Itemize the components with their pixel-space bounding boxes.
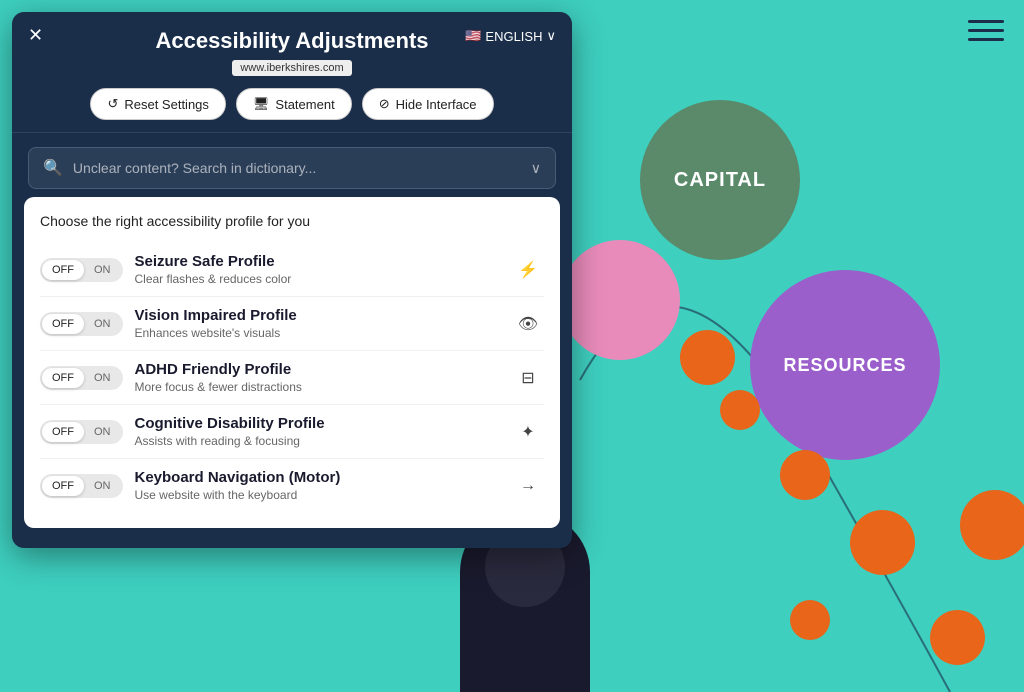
statement-button[interactable]: 🖥 Statement bbox=[236, 88, 352, 120]
toggle-off-3[interactable]: OFF bbox=[42, 422, 84, 442]
toggle-off-0[interactable]: OFF bbox=[42, 260, 84, 280]
hamburger-line-1 bbox=[968, 20, 1004, 23]
circle-orange-6 bbox=[790, 600, 830, 640]
profile-section-heading: Choose the right accessibility profile f… bbox=[40, 213, 544, 229]
profile-row: OFF ON Vision Impaired Profile Enhances … bbox=[40, 297, 544, 351]
profile-icon-3: ✦ bbox=[512, 416, 544, 448]
circle-capital[interactable]: CAPITAL bbox=[640, 100, 800, 260]
profile-info-3: Cognitive Disability Profile Assists wit… bbox=[135, 415, 501, 448]
profile-info-0: Seizure Safe Profile Clear flashes & red… bbox=[135, 253, 501, 286]
circle-orange-1 bbox=[680, 330, 735, 385]
circle-orange-2 bbox=[720, 390, 760, 430]
profile-name-2: ADHD Friendly Profile bbox=[135, 361, 501, 378]
profile-toggle-1[interactable]: OFF ON bbox=[40, 312, 123, 336]
reset-icon: ↺ bbox=[107, 96, 118, 112]
circle-resources[interactable]: RESOURCES bbox=[750, 270, 940, 460]
toggle-on-0[interactable]: ON bbox=[84, 260, 121, 280]
hide-label: Hide Interface bbox=[396, 97, 477, 112]
profile-info-2: ADHD Friendly Profile More focus & fewer… bbox=[135, 361, 501, 394]
profile-desc-4: Use website with the keyboard bbox=[135, 488, 501, 502]
hamburger-line-3 bbox=[968, 38, 1004, 41]
reset-settings-button[interactable]: ↺ Reset Settings bbox=[90, 88, 225, 120]
toggle-on-3[interactable]: ON bbox=[84, 422, 121, 442]
hide-icon: ⊘ bbox=[379, 96, 390, 112]
profile-name-3: Cognitive Disability Profile bbox=[135, 415, 501, 432]
profile-row: OFF ON Keyboard Navigation (Motor) Use w… bbox=[40, 459, 544, 512]
profile-toggle-4[interactable]: OFF ON bbox=[40, 474, 123, 498]
circle-orange-4 bbox=[850, 510, 915, 575]
circle-orange-5 bbox=[960, 490, 1024, 560]
panel-url: www.iberkshires.com bbox=[232, 60, 351, 76]
search-chevron-icon: ∨ bbox=[531, 160, 541, 177]
chevron-down-icon: ∨ bbox=[546, 28, 556, 44]
profile-icon-4: → bbox=[512, 470, 544, 502]
language-button[interactable]: 🇺🇸 ENGLISH ∨ bbox=[465, 28, 556, 44]
close-button[interactable]: ✕ bbox=[28, 26, 43, 44]
profile-toggle-0[interactable]: OFF ON bbox=[40, 258, 123, 282]
profile-icon-2: ⊟ bbox=[512, 362, 544, 394]
profile-desc-3: Assists with reading & focusing bbox=[135, 434, 501, 448]
profile-rows-container: OFF ON Seizure Safe Profile Clear flashe… bbox=[40, 243, 544, 512]
profile-info-1: Vision Impaired Profile Enhances website… bbox=[135, 307, 501, 340]
panel-header: ✕ 🇺🇸 ENGLISH ∨ Accessibility Adjustments… bbox=[12, 12, 572, 133]
profile-desc-0: Clear flashes & reduces color bbox=[135, 272, 501, 286]
profile-toggle-2[interactable]: OFF ON bbox=[40, 366, 123, 390]
action-buttons-group: ↺ Reset Settings 🖥 Statement ⊘ Hide Inte… bbox=[32, 88, 552, 120]
circle-orange-7 bbox=[930, 610, 985, 665]
reset-label: Reset Settings bbox=[124, 97, 209, 112]
statement-label: Statement bbox=[275, 97, 334, 112]
toggle-on-4[interactable]: ON bbox=[84, 476, 121, 496]
toggle-off-4[interactable]: OFF bbox=[42, 476, 84, 496]
profile-desc-1: Enhances website's visuals bbox=[135, 326, 501, 340]
accessibility-panel: ✕ 🇺🇸 ENGLISH ∨ Accessibility Adjustments… bbox=[12, 12, 572, 548]
toggle-on-1[interactable]: ON bbox=[84, 314, 121, 334]
profile-toggle-3[interactable]: OFF ON bbox=[40, 420, 123, 444]
profile-row: OFF ON ADHD Friendly Profile More focus … bbox=[40, 351, 544, 405]
profile-row: OFF ON Cognitive Disability Profile Assi… bbox=[40, 405, 544, 459]
hide-interface-button[interactable]: ⊘ Hide Interface bbox=[362, 88, 494, 120]
profile-info-4: Keyboard Navigation (Motor) Use website … bbox=[135, 469, 501, 502]
language-label: ENGLISH bbox=[485, 29, 542, 44]
search-icon: 🔍 bbox=[43, 158, 63, 178]
profile-desc-2: More focus & fewer distractions bbox=[135, 380, 501, 394]
profile-icon-1: 👁 bbox=[512, 308, 544, 340]
profile-name-0: Seizure Safe Profile bbox=[135, 253, 501, 270]
profile-icon-0: ⚡ bbox=[512, 254, 544, 286]
dictionary-search-bar[interactable]: 🔍 Unclear content? Search in dictionary.… bbox=[28, 147, 556, 189]
profile-name-4: Keyboard Navigation (Motor) bbox=[135, 469, 501, 486]
circle-pink bbox=[560, 240, 680, 360]
search-placeholder: Unclear content? Search in dictionary... bbox=[73, 160, 521, 176]
toggle-off-2[interactable]: OFF bbox=[42, 368, 84, 388]
profile-section: Choose the right accessibility profile f… bbox=[24, 197, 560, 528]
profile-name-1: Vision Impaired Profile bbox=[135, 307, 501, 324]
toggle-on-2[interactable]: ON bbox=[84, 368, 121, 388]
profile-row: OFF ON Seizure Safe Profile Clear flashe… bbox=[40, 243, 544, 297]
circle-orange-3 bbox=[780, 450, 830, 500]
flag-icon: 🇺🇸 bbox=[465, 28, 481, 44]
toggle-off-1[interactable]: OFF bbox=[42, 314, 84, 334]
hamburger-line-2 bbox=[968, 29, 1004, 32]
hamburger-menu[interactable] bbox=[968, 20, 1004, 41]
statement-icon: 🖥 bbox=[253, 96, 270, 112]
